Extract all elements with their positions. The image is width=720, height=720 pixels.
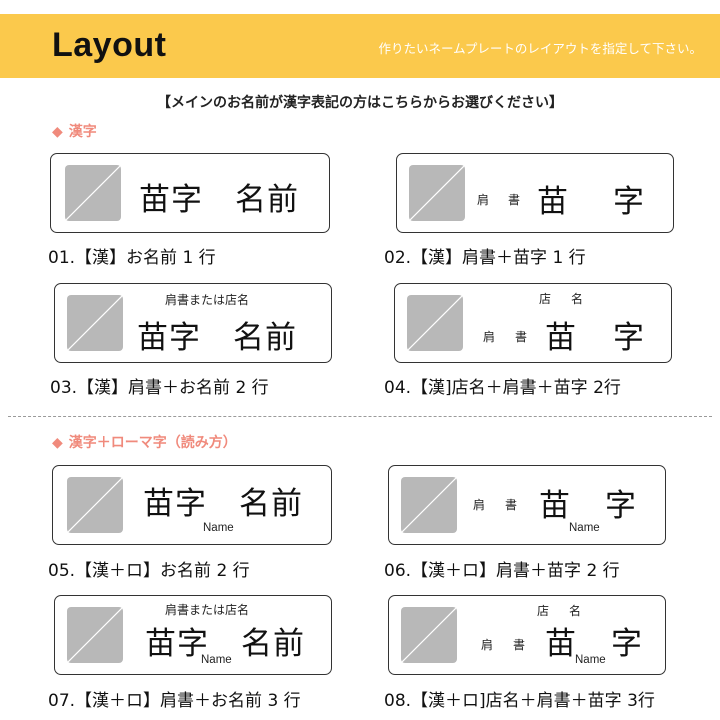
intro-text: 【メインのお名前が漢字表記の方はこちらからお選びください】: [157, 95, 563, 111]
layout-option-01[interactable]: 苗字 名前: [50, 153, 330, 233]
plate-full-name: 苗字 名前: [139, 182, 299, 218]
image-placeholder-icon: [65, 165, 121, 221]
section-label-kanji: ◆ 漢字: [52, 121, 97, 141]
layout-caption-05[interactable]: 05.【漢＋ロ】お名前 2 行: [48, 556, 250, 581]
plate-surname-char: 苗: [539, 488, 571, 524]
layout-option-08[interactable]: 店 名 肩 書 苗 字 Name: [388, 595, 666, 675]
plate-shop-char: 店: [537, 604, 550, 618]
plate-roman-name: Name: [201, 654, 232, 666]
layout-caption-03[interactable]: 03.【漢】肩書＋お名前 2 行: [50, 373, 269, 398]
header-bar: Layout 作りたいネームプレートのレイアウトを指定して下さい。: [0, 14, 720, 78]
layout-caption-07[interactable]: 07.【漢＋ロ】肩書＋お名前 3 行: [48, 686, 301, 711]
plate-surname-char: 苗: [537, 184, 569, 220]
plate-surname-char: 字: [605, 488, 637, 524]
layout-option-06[interactable]: 肩 書 苗 字 Name: [388, 465, 666, 545]
diamond-icon: ◆: [52, 124, 63, 140]
plate-surname-char: 苗: [545, 626, 577, 662]
plate-title-char: 肩: [473, 498, 486, 512]
image-placeholder-icon: [401, 477, 457, 533]
plate-title-char: 書: [508, 193, 521, 207]
image-placeholder-icon: [67, 477, 123, 533]
section-label-text: 漢字: [68, 124, 97, 140]
plate-shop-char: 名: [569, 604, 582, 618]
plate-title-char: 肩: [483, 330, 496, 344]
plate-shop-char: 店: [539, 292, 552, 306]
image-placeholder-icon: [67, 607, 123, 663]
image-placeholder-icon: [409, 165, 465, 221]
layout-option-07[interactable]: 肩書または店名 苗字 名前 Name: [54, 595, 332, 675]
plate-full-name: 苗字 名前: [143, 486, 303, 522]
plate-full-name: 苗字 名前: [137, 320, 297, 356]
plate-roman-name: Name: [203, 522, 234, 534]
layout-caption-01[interactable]: 01.【漢】お名前 1 行: [48, 243, 216, 268]
diamond-icon: ◆: [52, 435, 63, 451]
layout-caption-08[interactable]: 08.【漢＋ロ]店名＋肩書＋苗字 3行: [384, 686, 655, 711]
image-placeholder-icon: [67, 295, 123, 351]
plate-title-char: 書: [505, 498, 518, 512]
header-description: 作りたいネームプレートのレイアウトを指定して下さい。: [378, 41, 702, 56]
layout-caption-02[interactable]: 02.【漢】肩書＋苗字 1 行: [384, 243, 586, 268]
plate-roman-name: Name: [575, 654, 606, 666]
layout-option-02[interactable]: 肩 書 苗 字: [396, 153, 674, 233]
layout-option-05[interactable]: 苗字 名前 Name: [52, 465, 332, 545]
plate-title-or-shop: 肩書または店名: [165, 293, 250, 307]
layout-option-03[interactable]: 肩書または店名 苗字 名前: [54, 283, 332, 363]
plate-surname-char: 字: [613, 184, 645, 220]
plate-surname-char: 苗: [545, 320, 577, 356]
plate-title-char: 書: [513, 638, 526, 652]
section-label-text: 漢字＋ローマ字（読み方）: [68, 435, 237, 451]
image-placeholder-icon: [407, 295, 463, 351]
plate-surname-char: 字: [611, 626, 643, 662]
plate-title-or-shop: 肩書または店名: [165, 603, 250, 617]
plate-shop-char: 名: [571, 292, 584, 306]
section-label-kanji-roman: ◆ 漢字＋ローマ字（読み方）: [52, 432, 237, 452]
plate-surname-char: 字: [613, 320, 645, 356]
plate-title-char: 書: [515, 330, 528, 344]
layout-option-04[interactable]: 店 名 肩 書 苗 字: [394, 283, 672, 363]
plate-title-char: 肩: [477, 193, 490, 207]
layout-caption-06[interactable]: 06.【漢＋ロ】肩書＋苗字 2 行: [384, 556, 620, 581]
layout-caption-04[interactable]: 04.【漢]店名＋肩書＋苗字 2行: [384, 373, 621, 398]
image-placeholder-icon: [401, 607, 457, 663]
page-title: Layout: [52, 26, 167, 64]
plate-title-char: 肩: [481, 638, 494, 652]
section-divider: [8, 416, 712, 417]
plate-roman-name: Name: [569, 522, 600, 534]
